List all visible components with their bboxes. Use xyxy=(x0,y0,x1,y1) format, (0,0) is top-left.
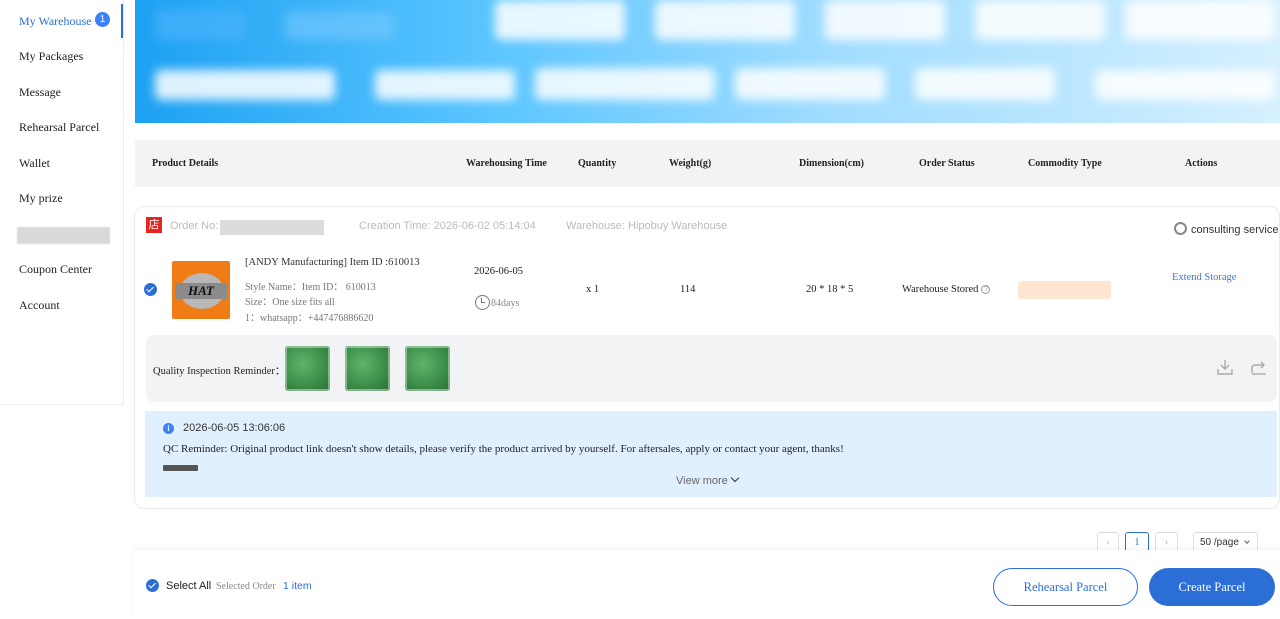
commodity-type-redacted xyxy=(1018,281,1111,299)
chevron-down-icon xyxy=(1243,538,1250,544)
notification-badge: 1 xyxy=(95,12,110,27)
sidebar-item-label: My prize xyxy=(19,191,63,205)
sidebar: My Warehouse 1 My Packages Message Rehea… xyxy=(0,0,124,405)
sidebar-item-label: Rehearsal Parcel xyxy=(19,120,100,134)
sidebar-item-label: Account xyxy=(19,298,60,312)
quantity-value: x 1 xyxy=(586,284,600,295)
sidebar-item-my-packages[interactable]: My Packages xyxy=(0,39,123,73)
qc-label: Quality Inspection Reminder： xyxy=(153,366,286,377)
qc-photo-1[interactable] xyxy=(285,346,330,391)
sidebar-item-label: Wallet xyxy=(19,156,51,170)
consulting-service-link[interactable]: consulting service xyxy=(1174,222,1278,236)
product-image[interactable]: HAT xyxy=(172,261,230,319)
qc-photo-2[interactable] xyxy=(345,346,390,391)
table-header: Product Details Warehousing Time Quantit… xyxy=(135,140,1280,187)
selected-order-label: Selected Order xyxy=(216,581,276,592)
selected-count: 1 item xyxy=(283,580,312,592)
product-name[interactable]: [ANDY Manufacturing] Item ID :610013 xyxy=(245,257,420,268)
headset-icon xyxy=(1174,222,1187,235)
view-more-link[interactable]: View more xyxy=(676,473,740,487)
warehouse-name: Warehouse: Hipobuy Warehouse xyxy=(566,220,728,232)
sidebar-item-label: Coupon Center xyxy=(19,262,92,276)
warehousing-date: 2026-06-05 xyxy=(474,266,523,277)
header-commodity-type: Commodity Type xyxy=(1028,158,1102,169)
sidebar-item-my-prize[interactable]: My prize xyxy=(0,181,123,215)
header-dimension: Dimension(cm) xyxy=(799,158,864,169)
header-actions: Actions xyxy=(1185,158,1218,169)
status-label: Warehouse Stored xyxy=(902,284,979,295)
blurred-banner xyxy=(135,0,1280,123)
header-quantity: Quantity xyxy=(578,158,617,169)
sidebar-item-label: My Packages xyxy=(19,49,84,63)
product-image-text: HAT xyxy=(175,283,227,299)
sidebar-item-account[interactable]: Account xyxy=(0,288,123,322)
qc-photo-3[interactable] xyxy=(405,346,450,391)
consulting-label: consulting service xyxy=(1191,224,1279,236)
storage-days: 84days xyxy=(475,295,519,310)
sidebar-item-message[interactable]: Message xyxy=(0,75,123,109)
help-icon[interactable]: ? xyxy=(981,285,991,294)
product-note: 1：whatsapp：+447476886620 xyxy=(245,313,374,324)
creation-time: Creation Time: 2026-06-02 05:14:04 xyxy=(359,220,536,232)
header-weight: Weight(g) xyxy=(669,158,712,169)
share-icon[interactable] xyxy=(1250,358,1268,376)
product-style: Style Name：Item ID： 610013 xyxy=(245,282,376,293)
notice-text: QC Reminder: Original product link doesn… xyxy=(163,443,844,455)
select-all-checkbox[interactable] xyxy=(146,579,159,592)
sidebar-item-rehearsal-parcel[interactable]: Rehearsal Parcel xyxy=(0,110,123,144)
sidebar-item-my-warehouse[interactable]: My Warehouse 1 xyxy=(0,4,123,38)
order-status: Warehouse Stored? xyxy=(902,284,991,295)
notice-date: 2026-06-05 13:06:06 xyxy=(183,422,286,434)
dimension-value: 20 * 18 * 5 xyxy=(806,284,854,295)
view-more-label: View more xyxy=(676,475,728,487)
info-icon: i xyxy=(163,423,174,434)
clock-icon xyxy=(475,295,490,310)
sidebar-item-redacted[interactable] xyxy=(17,227,110,244)
header-order-status: Order Status xyxy=(919,158,975,169)
sidebar-item-coupon-center[interactable]: Coupon Center xyxy=(0,252,123,286)
shop-icon: 店 xyxy=(146,217,162,233)
download-icon[interactable] xyxy=(1216,358,1234,376)
order-no-label: Order No: xyxy=(170,220,219,232)
create-parcel-button[interactable]: Create Parcel xyxy=(1149,568,1275,606)
select-all-label[interactable]: Select All xyxy=(166,580,211,592)
notice-attachment[interactable] xyxy=(163,465,198,471)
item-checkbox[interactable] xyxy=(144,283,157,296)
extend-storage-link[interactable]: Extend Storage xyxy=(1172,272,1236,283)
sidebar-item-label: My Warehouse xyxy=(19,14,92,28)
days-label: 84days xyxy=(491,298,520,309)
weight-value: 114 xyxy=(680,284,696,295)
page-size-label: 50 /page xyxy=(1200,537,1239,548)
rehearsal-parcel-button[interactable]: Rehearsal Parcel xyxy=(993,568,1138,606)
header-product-details: Product Details xyxy=(152,158,219,169)
sidebar-item-label: Message xyxy=(19,85,61,99)
header-warehousing-time: Warehousing Time xyxy=(466,158,547,169)
sidebar-item-wallet[interactable]: Wallet xyxy=(0,146,123,180)
chevron-down-icon xyxy=(730,473,740,483)
product-size: Size：One size fits all xyxy=(245,297,335,308)
order-no-redacted xyxy=(220,220,324,235)
